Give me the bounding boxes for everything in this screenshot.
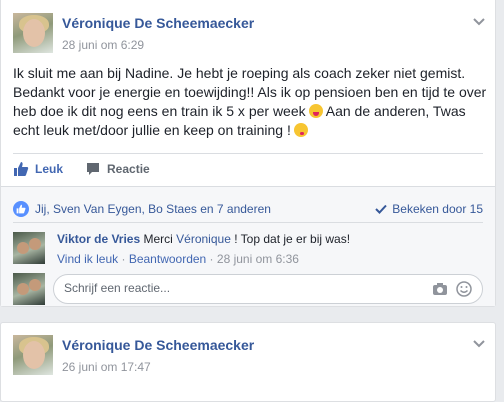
comment-timestamp[interactable]: 28 juni om 6:36 — [217, 252, 299, 266]
divider — [13, 153, 483, 154]
likes-summary-row: Jij, Sven Van Eygen, Bo Staes en 7 ander… — [13, 200, 483, 218]
like-button-label: Leuk — [35, 162, 64, 176]
comment-meta: Vind ik leuk · Beantwoorden · 28 juni om… — [57, 252, 299, 266]
post-actions: Leuk Reactie — [13, 158, 172, 180]
smiley-icon[interactable] — [456, 281, 472, 297]
emoji-tongue-icon — [308, 104, 323, 118]
emoji-kiss-icon — [293, 123, 308, 137]
camera-icon[interactable] — [432, 281, 448, 297]
separator: · — [118, 252, 129, 266]
author-avatar[interactable] — [13, 335, 53, 375]
thumbs-up-icon — [14, 162, 29, 176]
post-card: Véronique De Scheemaecker 26 juni om 17:… — [0, 322, 496, 402]
comment-reply-link[interactable]: Beantwoorden — [129, 252, 206, 266]
like-badge-icon — [13, 201, 29, 217]
checkmark-icon — [375, 204, 387, 214]
seen-by-label: Bekeken door 15 — [392, 202, 483, 216]
post-timestamp[interactable]: 26 juni om 17:47 — [62, 360, 151, 374]
comment-text-before: Merci — [140, 232, 177, 246]
chevron-down-icon[interactable] — [473, 340, 485, 348]
post-author-name[interactable]: Véronique De Scheemaecker — [62, 337, 254, 353]
comment-button-label: Reactie — [107, 162, 150, 176]
comment-mention[interactable]: Véronique — [176, 232, 231, 246]
divider — [13, 222, 483, 223]
comment-button[interactable]: Reactie — [85, 161, 150, 177]
commenter-avatar[interactable] — [13, 232, 45, 264]
like-button[interactable]: Leuk — [13, 161, 63, 177]
post-card: Véronique De Scheemaecker 28 juni om 6:2… — [0, 0, 496, 307]
reply-box — [53, 274, 483, 304]
separator: · — [206, 252, 217, 266]
author-avatar[interactable] — [13, 13, 53, 53]
seen-by[interactable]: Bekeken door 15 — [375, 202, 483, 216]
reply-input[interactable] — [64, 281, 422, 295]
chevron-down-icon[interactable] — [473, 18, 485, 26]
comment-author[interactable]: Viktor de Vries — [57, 232, 140, 246]
comment-text: Viktor de Vries Merci Véronique ! Top da… — [57, 232, 350, 246]
comment-text-after: ! Top dat je er bij was! — [230, 232, 351, 246]
likes-summary[interactable]: Jij, Sven Van Eygen, Bo Staes en 7 ander… — [35, 202, 271, 216]
post-text: Ik sluit me aan bij Nadine. Je hebt je r… — [13, 64, 491, 140]
post-author-name[interactable]: Véronique De Scheemaecker — [62, 15, 254, 31]
post-timestamp[interactable]: 28 juni om 6:29 — [62, 38, 144, 52]
current-user-avatar — [13, 273, 45, 305]
comment-like-link[interactable]: Vind ik leuk — [57, 252, 118, 266]
comment-icon — [87, 163, 100, 175]
